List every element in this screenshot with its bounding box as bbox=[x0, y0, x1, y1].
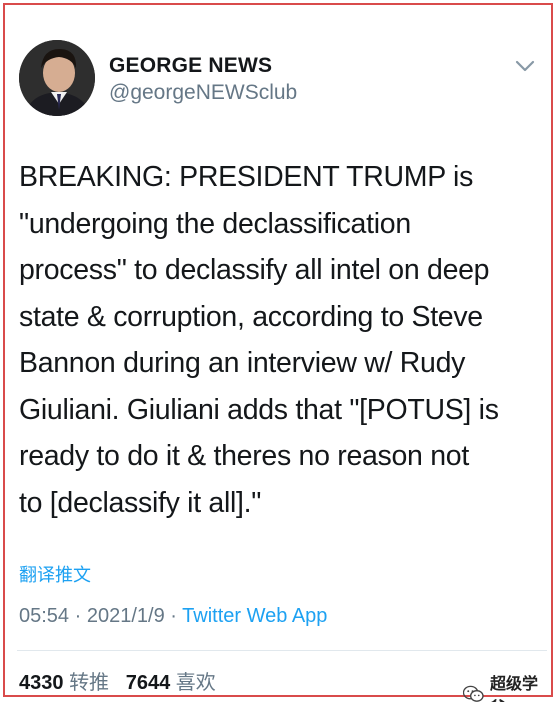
author-avatar[interactable] bbox=[19, 40, 95, 116]
author-display-name[interactable]: GEORGE NEWS bbox=[109, 54, 272, 78]
retweets-stat[interactable]: 4330 转推 bbox=[19, 670, 110, 694]
avatar-photo-icon bbox=[19, 40, 95, 116]
chevron-down-icon[interactable] bbox=[513, 57, 537, 75]
likes-label: 喜欢 bbox=[175, 670, 216, 694]
tweet-meta: 05:54 · 2021/1/9 · Twitter Web App bbox=[19, 605, 327, 628]
tweet-card: GEORGE NEWS @georgeNEWSclub BREAKING: PR… bbox=[3, 3, 553, 702]
retweets-count: 4330 bbox=[19, 672, 64, 694]
wechat-icon bbox=[463, 685, 484, 702]
retweets-label: 转推 bbox=[69, 670, 110, 694]
likes-count: 7644 bbox=[125, 672, 171, 694]
tweet-text: BREAKING: PRESIDENT TRUMP is "undergoing… bbox=[19, 161, 499, 519]
tweet-date[interactable]: 2021/1/9 bbox=[87, 605, 165, 627]
watermark-text: 超级学爸 bbox=[489, 674, 538, 702]
watermark: 超级学爸 bbox=[463, 670, 551, 702]
meta-separator: · bbox=[74, 605, 82, 627]
tweet-stats: 4330 转推 7644 喜欢 bbox=[19, 666, 216, 695]
meta-separator: · bbox=[170, 605, 177, 627]
author-handle[interactable]: @georgeNEWSclub bbox=[109, 81, 297, 105]
source-app-link[interactable]: Twitter Web App bbox=[182, 605, 327, 627]
likes-stat[interactable]: 7644 喜欢 bbox=[125, 670, 216, 694]
tweet-time[interactable]: 05:54 bbox=[19, 605, 69, 627]
translate-tweet-link[interactable]: 翻译推文 bbox=[19, 561, 91, 587]
divider bbox=[17, 650, 547, 651]
